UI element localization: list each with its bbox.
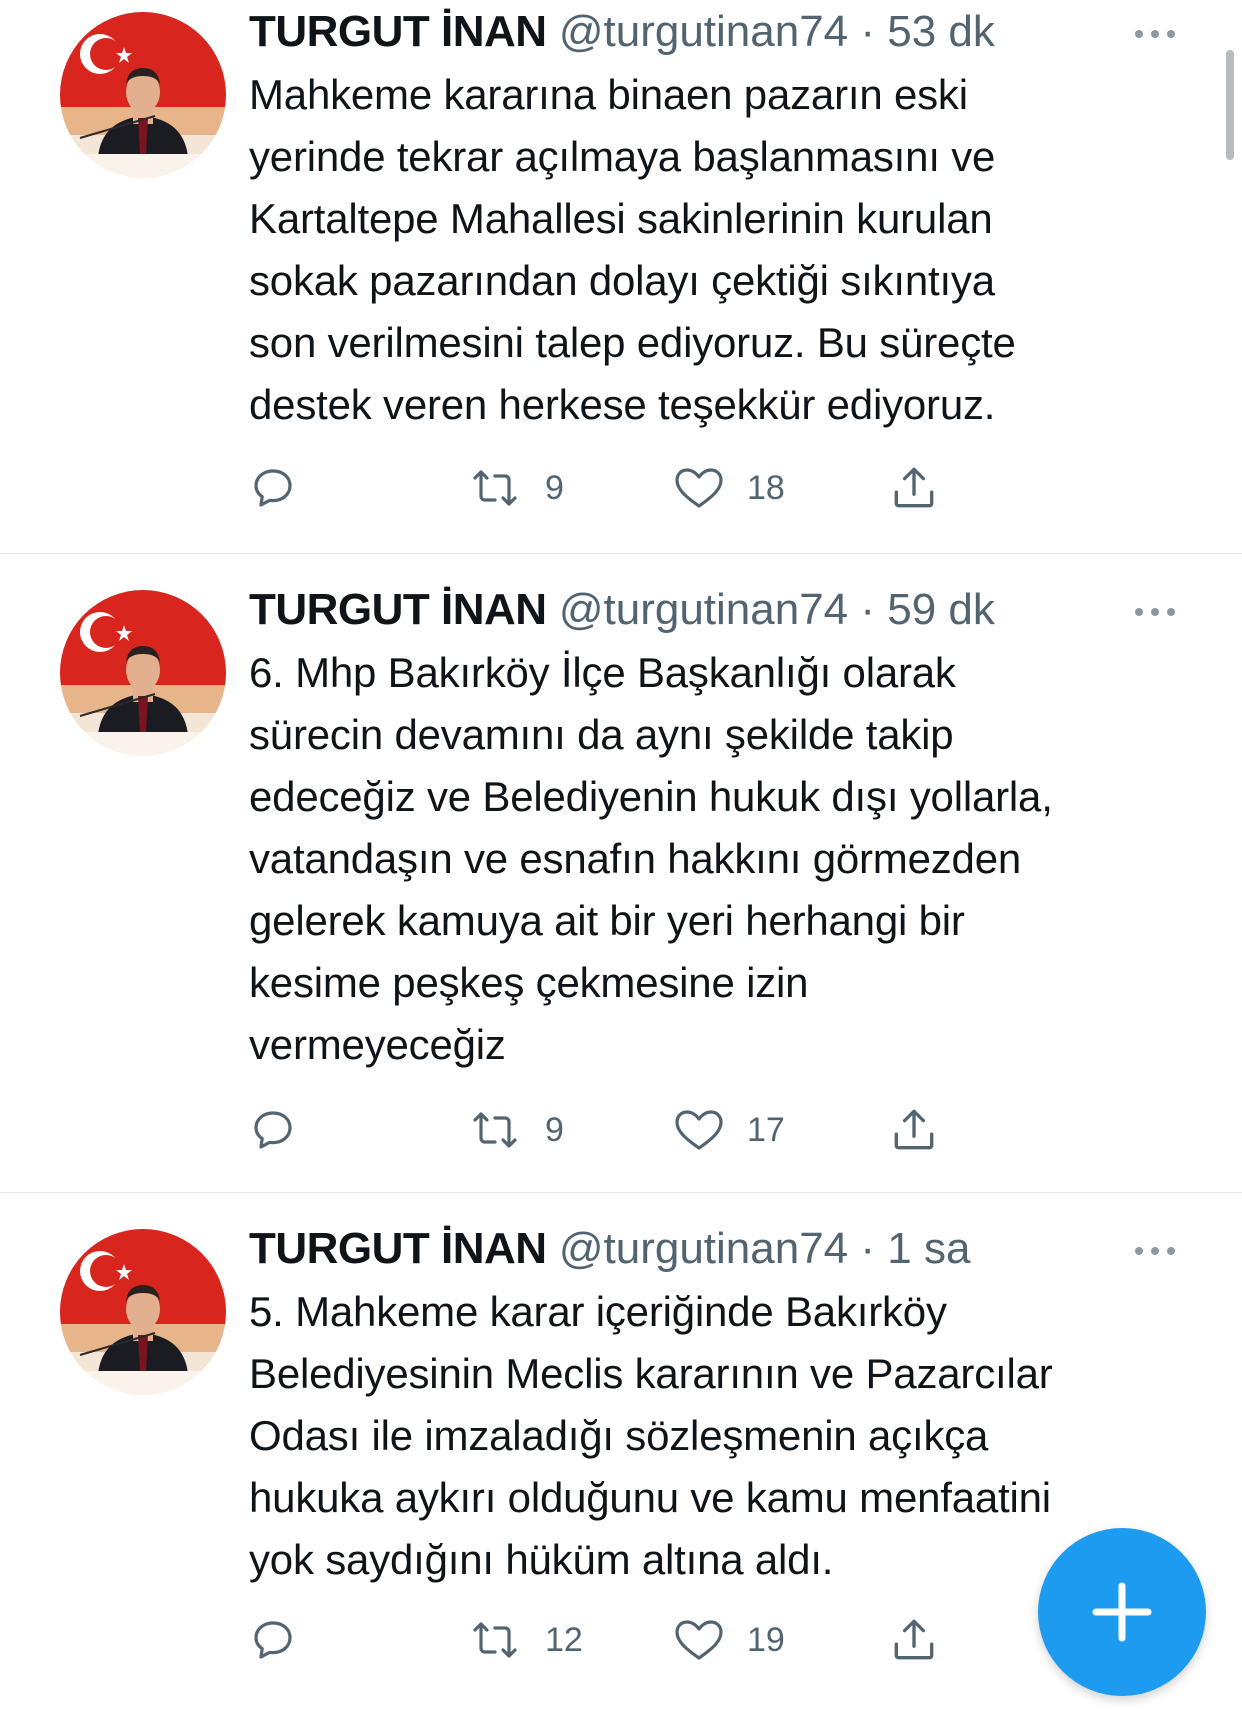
tweet-text: 6. Mhp Bakırköy İlçe Başkanlığı olarak s… xyxy=(249,649,1053,1068)
tweet-timestamp[interactable]: 1 sa xyxy=(887,1224,970,1273)
like-count: 17 xyxy=(747,1111,785,1149)
author-name[interactable]: TURGUT İNAN xyxy=(249,1224,547,1273)
more-horizontal-icon xyxy=(1135,1247,1175,1255)
tweet-actions: 9 18 xyxy=(249,458,1049,518)
like-button[interactable]: 18 xyxy=(673,458,785,518)
more-horizontal-icon xyxy=(1135,30,1175,38)
tweet-text: 5. Mahkeme karar içeriğinde Bakırköy Bel… xyxy=(249,1288,1053,1583)
more-horizontal-icon xyxy=(1135,608,1175,616)
reply-button[interactable] xyxy=(249,458,297,518)
reply-bubble-icon xyxy=(254,1621,292,1659)
reply-button[interactable] xyxy=(249,1610,297,1670)
plus-icon xyxy=(1092,1582,1152,1642)
tweet-actions: 12 19 xyxy=(249,1610,1049,1670)
tweet[interactable]: TURGUT İNAN @turgutinan74 · 53 dk Mahkem… xyxy=(0,0,1242,553)
retweet-count: 12 xyxy=(545,1621,583,1659)
tweet-timestamp[interactable]: 53 dk xyxy=(887,7,995,56)
timeline: TURGUT İNAN @turgutinan74 · 53 dk Mahkem… xyxy=(0,0,1242,1712)
retweet-icon xyxy=(473,1622,517,1658)
share-button[interactable] xyxy=(889,1610,939,1670)
tweet-text: Mahkeme kararına binaen pazarın eski yer… xyxy=(249,71,1016,428)
share-button[interactable] xyxy=(889,458,939,518)
reply-bubble-icon xyxy=(254,469,292,507)
tweet-header: TURGUT İNAN @turgutinan74 · 1 sa xyxy=(249,1221,970,1277)
separator-dot: · xyxy=(860,585,876,634)
share-upload-icon xyxy=(894,1109,934,1150)
avatar[interactable] xyxy=(60,1229,226,1395)
share-button[interactable] xyxy=(889,1100,939,1160)
profile-photo xyxy=(60,1229,226,1395)
like-count: 18 xyxy=(747,469,785,507)
tweet[interactable]: TURGUT İNAN @turgutinan74 · 59 dk 6. Mhp… xyxy=(0,554,1242,1192)
avatar[interactable] xyxy=(60,12,226,178)
like-count: 19 xyxy=(747,1621,785,1659)
author-name[interactable]: TURGUT İNAN xyxy=(249,585,547,634)
share-upload-icon xyxy=(894,1619,934,1660)
reply-bubble-icon xyxy=(254,1111,292,1149)
author-handle[interactable]: @turgutinan74 xyxy=(559,1224,848,1273)
reply-button[interactable] xyxy=(249,1100,297,1160)
scrollbar[interactable] xyxy=(1226,50,1234,160)
retweet-icon xyxy=(473,470,517,506)
heart-icon xyxy=(675,1110,723,1150)
tweet-actions: 9 17 xyxy=(249,1100,1049,1160)
heart-icon xyxy=(675,468,723,508)
author-handle[interactable]: @turgutinan74 xyxy=(559,7,848,56)
share-upload-icon xyxy=(894,467,934,508)
more-options-button[interactable] xyxy=(1130,14,1180,54)
retweet-count: 9 xyxy=(545,1111,564,1149)
retweet-button[interactable]: 9 xyxy=(467,458,564,518)
retweet-button[interactable]: 9 xyxy=(467,1100,564,1160)
tweet-header: TURGUT İNAN @turgutinan74 · 59 dk xyxy=(249,582,995,638)
profile-photo xyxy=(60,590,226,756)
author-handle[interactable]: @turgutinan74 xyxy=(559,585,848,634)
profile-photo xyxy=(60,12,226,178)
author-name[interactable]: TURGUT İNAN xyxy=(249,7,547,56)
more-options-button[interactable] xyxy=(1130,1231,1180,1271)
retweet-button[interactable]: 12 xyxy=(467,1610,583,1670)
like-button[interactable]: 17 xyxy=(673,1100,785,1160)
retweet-icon xyxy=(473,1112,517,1148)
separator-dot: · xyxy=(860,1224,876,1273)
separator-dot: · xyxy=(860,7,876,56)
heart-icon xyxy=(675,1620,723,1660)
avatar[interactable] xyxy=(60,590,226,756)
like-button[interactable]: 19 xyxy=(673,1610,785,1670)
retweet-count: 9 xyxy=(545,469,564,507)
tweet-header: TURGUT İNAN @turgutinan74 · 53 dk xyxy=(249,4,995,60)
more-options-button[interactable] xyxy=(1130,592,1180,632)
tweet-timestamp[interactable]: 59 dk xyxy=(887,585,995,634)
compose-tweet-button[interactable] xyxy=(1038,1528,1206,1696)
